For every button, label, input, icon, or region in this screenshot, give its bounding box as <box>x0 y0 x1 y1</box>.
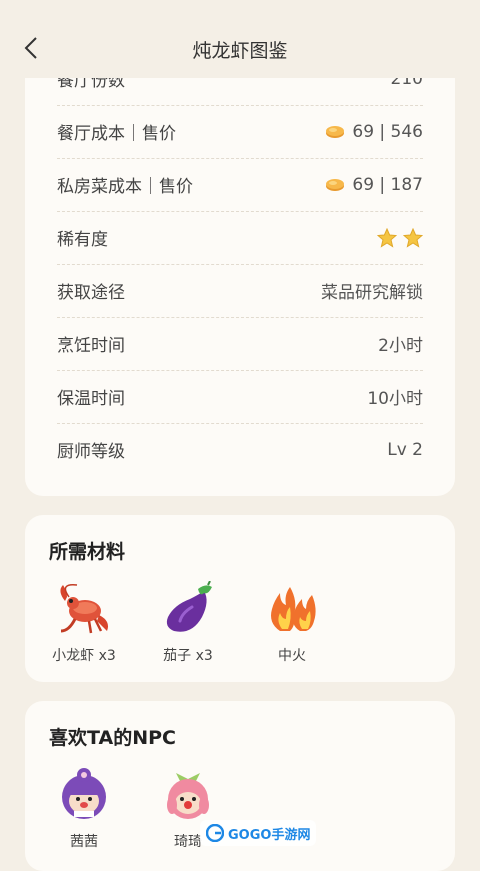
gogo-logo-icon <box>206 824 224 842</box>
info-row-restaurant-cost: 餐厅成本｜售价 69 | 546 <box>57 105 423 159</box>
info-label: 餐厅成本｜售价 <box>57 124 176 144</box>
info-label: 私房菜成本｜售价 <box>57 177 193 197</box>
page-title: 炖龙虾图鉴 <box>192 40 288 62</box>
material-item[interactable]: 茄子 x3 <box>143 579 233 665</box>
info-label: 保温时间 <box>57 389 125 409</box>
info-value: 10小时 <box>367 389 423 409</box>
watermark-text: GOGO手游网 <box>228 827 311 843</box>
dish-info-card: 餐厅份数 210 餐厅成本｜售价 69 | 546 私房菜成本｜售价 69 | … <box>25 40 455 496</box>
rarity-stars <box>377 227 423 248</box>
info-row-rarity: 稀有度 <box>57 211 423 265</box>
star-icon <box>403 227 423 248</box>
info-value: 69 | 187 <box>352 174 423 195</box>
info-row-keep-warm: 保温时间 10小时 <box>57 370 423 424</box>
info-value: 69 | 546 <box>352 121 423 142</box>
npc-label: 茜茜 <box>70 834 98 850</box>
info-label: 烹饪时间 <box>57 336 125 356</box>
info-label: 稀有度 <box>57 230 108 250</box>
material-label: 中火 <box>278 648 306 664</box>
top-bar: 炖龙虾图鉴 <box>0 0 480 78</box>
info-row-cook-time: 烹饪时间 2小时 <box>57 317 423 371</box>
npc-item[interactable]: 茜茜 <box>39 765 129 851</box>
info-label: 厨师等级 <box>57 442 125 462</box>
info-row-source: 获取途径 菜品研究解锁 <box>57 264 423 318</box>
info-value: 2小时 <box>378 336 423 356</box>
info-value: 菜品研究解锁 <box>321 283 423 303</box>
npc-qiqi-avatar <box>167 773 209 819</box>
npc-title: 喜欢TA的NPC <box>49 727 176 749</box>
materials-title: 所需材料 <box>49 541 126 563</box>
info-value: Lv 2 <box>387 439 423 460</box>
fire-icon <box>271 587 316 631</box>
coin-icon <box>326 178 345 191</box>
info-row-private-cost: 私房菜成本｜售价 69 | 187 <box>57 158 423 212</box>
info-row-chef-level: 厨师等级 Lv 2 <box>57 423 423 476</box>
material-label: 小龙虾 x3 <box>52 648 116 664</box>
materials-card: 所需材料 小龙虾 x3 茄子 x3 中火 <box>25 515 455 682</box>
material-item[interactable]: 小龙虾 x3 <box>39 579 129 665</box>
eggplant-icon <box>166 581 212 632</box>
coin-icon <box>326 125 345 138</box>
npc-xixi-avatar <box>62 768 106 819</box>
info-label: 获取途径 <box>57 283 125 303</box>
star-icon <box>377 227 397 248</box>
material-label: 茄子 x3 <box>163 648 213 664</box>
crayfish-icon <box>60 584 108 634</box>
watermark-logo: GOGO手游网 <box>200 820 317 846</box>
material-item[interactable]: 中火 <box>247 579 337 665</box>
